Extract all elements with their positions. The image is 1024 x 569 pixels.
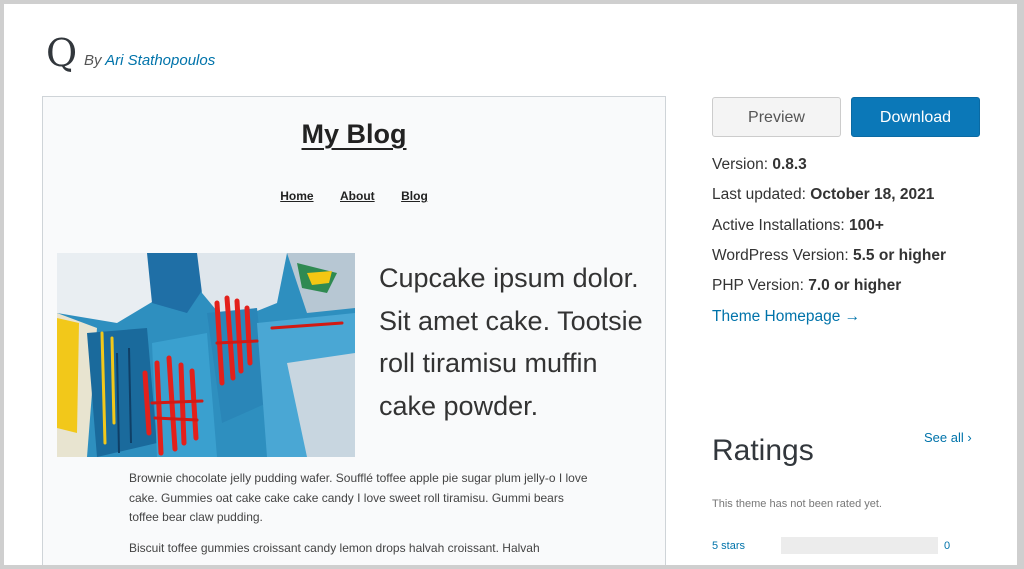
preview-button[interactable]: Preview bbox=[712, 97, 841, 137]
blog-nav-home: Home bbox=[280, 189, 314, 203]
version-row: Version: 0.8.3 bbox=[712, 155, 807, 175]
active-installs-value: 100+ bbox=[849, 217, 884, 234]
wp-version-label: WordPress Version: bbox=[712, 247, 849, 264]
version-label: Version: bbox=[712, 156, 769, 173]
not-rated-text: This theme has not been rated yet. bbox=[712, 498, 882, 510]
ratings-heading: Ratings bbox=[712, 434, 814, 467]
theme-title: Q bbox=[46, 31, 78, 75]
preview-paragraph-2: Biscuit toffee gummies croissant candy l… bbox=[129, 541, 540, 555]
painting-svg bbox=[57, 253, 355, 457]
download-button[interactable]: Download bbox=[851, 97, 980, 137]
last-updated-value: October 18, 2021 bbox=[810, 186, 935, 203]
author-link[interactable]: Ari Stathopoulos bbox=[105, 52, 215, 69]
active-installs-row: Active Installations: 100+ bbox=[712, 216, 884, 236]
theme-homepage-link[interactable]: Theme Homepage → bbox=[712, 307, 860, 327]
php-version-label: PHP Version: bbox=[712, 277, 804, 294]
theme-screenshot: My Blog Home About Blog Cupcake ipsum do… bbox=[42, 96, 666, 565]
see-all-label: See all bbox=[924, 430, 964, 445]
five-stars-bar bbox=[781, 537, 938, 554]
version-value: 0.8.3 bbox=[772, 156, 807, 173]
wp-version-row: WordPress Version: 5.5 or higher bbox=[712, 246, 946, 266]
author-prefix: By bbox=[84, 52, 102, 69]
blog-nav-blog: Blog bbox=[401, 189, 428, 203]
author-line: By Ari Stathopoulos bbox=[84, 52, 215, 69]
see-all-link[interactable]: See all › bbox=[924, 430, 972, 445]
five-stars-count: 0 bbox=[944, 540, 951, 552]
five-stars-link[interactable]: 5 stars bbox=[712, 540, 745, 552]
php-version-row: PHP Version: 7.0 or higher bbox=[712, 276, 901, 296]
chevron-right-icon: › bbox=[967, 430, 972, 445]
blog-title: My Blog bbox=[301, 119, 407, 149]
hero-text: Cupcake ipsum dolor. Sit amet cake. Toot… bbox=[379, 263, 643, 421]
theme-page: Q By Ari Stathopoulos My Blog Home About… bbox=[4, 4, 1017, 565]
abstract-painting-image bbox=[57, 253, 355, 457]
blog-nav: Home About Blog bbox=[43, 187, 665, 205]
php-version-value: 7.0 or higher bbox=[808, 277, 902, 294]
last-updated-row: Last updated: October 18, 2021 bbox=[712, 185, 934, 205]
blog-nav-about: About bbox=[340, 189, 375, 203]
preview-paragraph-1: Brownie chocolate jelly pudding wafer. S… bbox=[129, 471, 588, 524]
wp-version-value: 5.5 or higher bbox=[853, 247, 947, 264]
last-updated-label: Last updated: bbox=[712, 186, 806, 203]
active-installs-label: Active Installations: bbox=[712, 217, 845, 234]
